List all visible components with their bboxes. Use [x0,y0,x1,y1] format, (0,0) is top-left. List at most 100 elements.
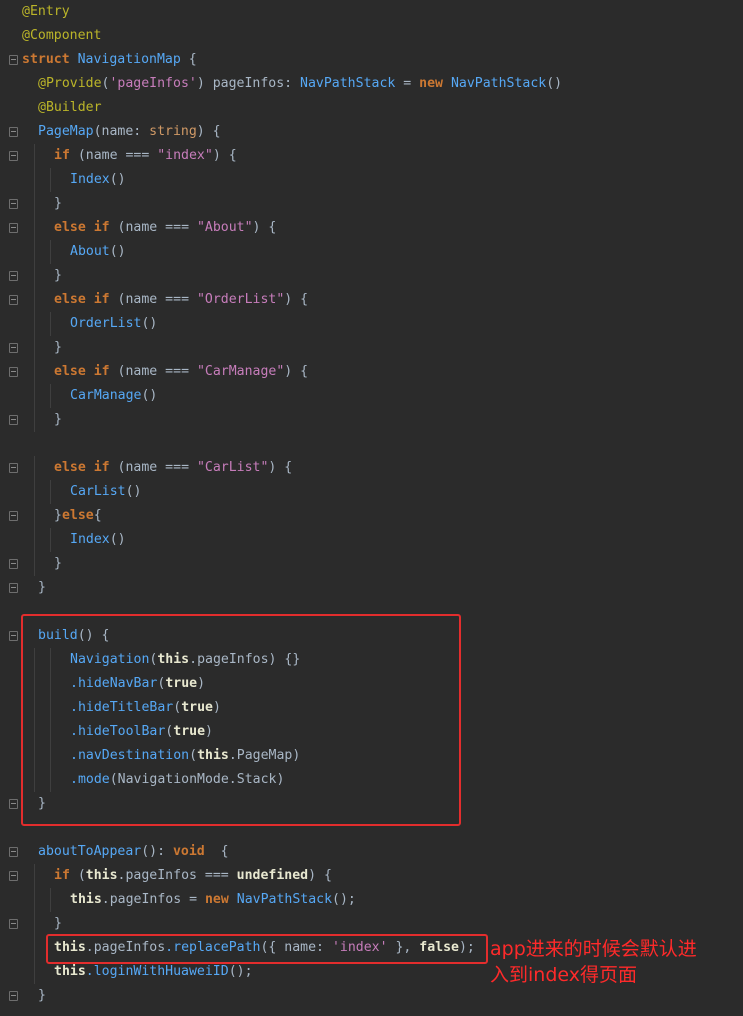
code-text: } [54,916,62,931]
code-text: OrderList() [70,316,158,331]
code-text: else if (name === "CarManage") { [54,364,309,379]
code-text: About() [70,244,126,259]
code-text: aboutToAppear(): void { [38,844,229,859]
indent-guide [34,960,35,984]
indent-guide [34,888,35,912]
code-text: } [54,556,62,571]
code-line: aboutToAppear(): void { [0,840,743,864]
code-line: if (this.pageInfos === undefined) { [0,864,743,888]
indent-guide [34,312,35,336]
indent-guide [34,240,35,264]
code-line: About() [0,240,743,264]
indent-guide [34,336,35,360]
code-line: } [0,192,743,216]
code-text: }else{ [54,508,102,523]
indent-guide [34,936,35,960]
indent-guide [50,888,51,912]
code-text: struct NavigationMap { [22,52,197,67]
fold-marker-icon[interactable] [9,223,18,233]
fold-marker-icon[interactable] [9,919,18,929]
code-text: PageMap(name: string) { [38,124,221,139]
fold-marker-icon[interactable] [9,799,18,809]
code-line: else if (name === "OrderList") { [0,288,743,312]
indent-guide [50,480,51,504]
code-text: if (this.pageInfos === undefined) { [54,868,332,883]
fold-marker-icon[interactable] [9,295,18,305]
code-text: else if (name === "About") { [54,220,277,235]
code-line: } [0,264,743,288]
code-line: CarList() [0,480,743,504]
indent-guide [50,312,51,336]
fold-marker-icon[interactable] [9,271,18,281]
fold-marker-icon[interactable] [9,583,18,593]
code-text: } [54,196,62,211]
indent-guide [50,528,51,552]
fold-marker-icon[interactable] [9,199,18,209]
code-text: @Entry [22,4,70,19]
indent-guide [34,168,35,192]
indent-guide [34,144,35,168]
fold-marker-icon[interactable] [9,343,18,353]
indent-guide [34,456,35,480]
code-text: CarManage() [70,388,158,403]
fold-marker-icon[interactable] [9,847,18,857]
code-line: @Entry [0,0,743,24]
fold-marker-icon[interactable] [9,511,18,521]
annotation-note-line-2: 入到index得页面 [490,964,637,986]
code-text: @Provide('pageInfos') pageInfos: NavPath… [38,76,563,91]
indent-guide [34,408,35,432]
fold-marker-icon[interactable] [9,631,18,641]
code-line: else if (name === "CarManage") { [0,360,743,384]
fold-marker-icon[interactable] [9,151,18,161]
code-line: @Provide('pageInfos') pageInfos: NavPath… [0,72,743,96]
indent-guide [34,288,35,312]
code-text: } [38,580,46,595]
build-block-highlight [21,614,461,826]
fold-marker-icon[interactable] [9,55,18,65]
code-line: }else{ [0,504,743,528]
indent-guide [50,168,51,192]
annotation-note-line-1: app进来的时候会默认进 [490,938,697,960]
code-text: if (name === "index") { [54,148,237,163]
indent-guide [34,912,35,936]
fold-marker-icon[interactable] [9,127,18,137]
indent-guide [50,384,51,408]
code-line: this.pageInfos = new NavPathStack(); [0,888,743,912]
fold-marker-icon[interactable] [9,415,18,425]
code-text: Index() [70,532,126,547]
fold-marker-icon[interactable] [9,559,18,569]
code-text: CarList() [70,484,142,499]
code-line: } [0,408,743,432]
code-line: if (name === "index") { [0,144,743,168]
indent-guide [34,552,35,576]
code-line: else if (name === "CarList") { [0,456,743,480]
fold-marker-icon[interactable] [9,463,18,473]
code-text: this.pageInfos = new NavPathStack(); [70,892,356,907]
fold-marker-icon[interactable] [9,871,18,881]
code-line: @Component [0,24,743,48]
code-text: } [38,988,46,1003]
code-line: Index() [0,528,743,552]
code-line: OrderList() [0,312,743,336]
code-line: } [0,912,743,936]
code-editor[interactable]: @Entry @Component struct NavigationMap { @P… [0,0,743,1016]
fold-marker-icon[interactable] [9,367,18,377]
code-line: } [0,552,743,576]
code-line: Index() [0,168,743,192]
code-text: @Component [22,28,102,43]
code-line: struct NavigationMap { [0,48,743,72]
code-line: @Builder [0,96,743,120]
code-line: } [0,336,743,360]
fold-marker-icon[interactable] [9,991,18,1001]
indent-guide [34,504,35,528]
code-line: } [0,576,743,600]
code-line: PageMap(name: string) { [0,120,743,144]
code-text: } [54,412,62,427]
code-text: } [54,340,62,355]
code-text: } [54,268,62,283]
indent-guide [34,192,35,216]
code-line: CarManage() [0,384,743,408]
indent-guide [34,384,35,408]
indent-guide [34,864,35,888]
